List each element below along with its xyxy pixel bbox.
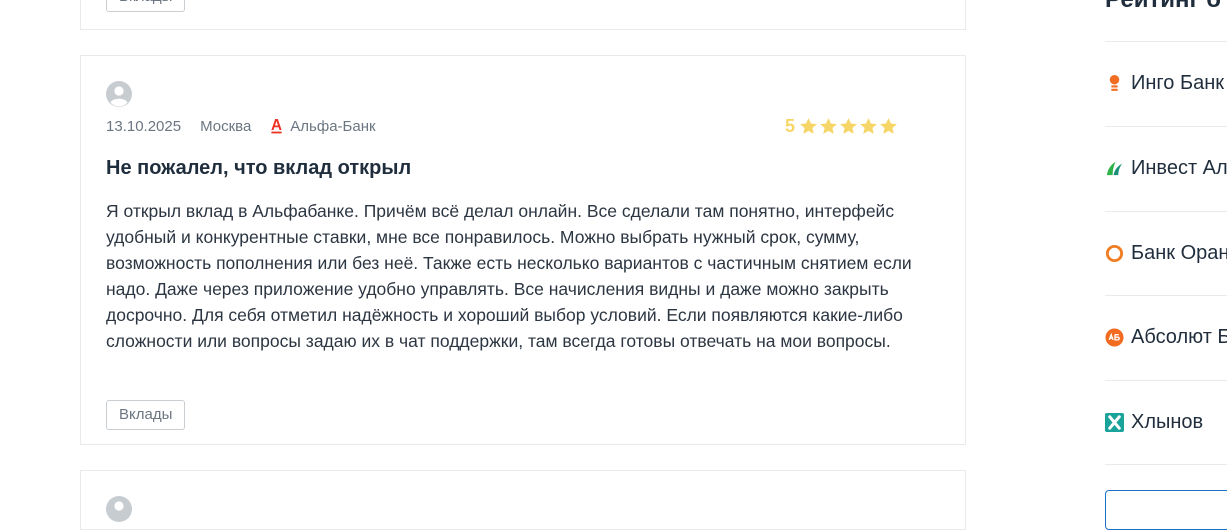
review-bank-name: Альфа-Банк xyxy=(290,117,376,135)
sidebar-item-label: Банк Оран xyxy=(1131,242,1227,264)
sidebar-item-invest-al[interactable]: Инвест Ал xyxy=(1105,126,1227,210)
avatar-icon xyxy=(106,496,132,522)
sidebar-item-label: Инвест Ал xyxy=(1131,157,1227,179)
review-text: Я открыл вклад в Альфабанке. Причём всё … xyxy=(106,201,912,351)
avatar-icon xyxy=(106,81,132,107)
star-icon xyxy=(840,117,857,134)
star-icon xyxy=(880,117,897,134)
ingo-bank-logo-icon xyxy=(1109,74,1120,91)
tag-button-deposits[interactable]: Вклады xyxy=(106,0,186,12)
sidebar-item-bank-oranzhevyi[interactable]: Банк Оран xyxy=(1105,211,1227,295)
star-icon xyxy=(800,117,817,134)
sidebar-more-button[interactable] xyxy=(1105,490,1227,530)
invest-al-logo-icon xyxy=(1106,161,1123,176)
review-card-next xyxy=(80,470,966,530)
review-card: 13.10.2025 Москва Альфа-Банк 5 Не пожале… xyxy=(80,55,966,445)
review-rating: 5 xyxy=(785,114,899,138)
bank-oranzhevyi-logo-icon xyxy=(1105,244,1124,263)
sidebar-heading: Рейтинг б xyxy=(1105,0,1221,14)
absolut-bank-logo-icon xyxy=(1105,328,1124,347)
review-bank-link[interactable]: Альфа-Банк xyxy=(271,117,376,135)
sidebar-item-ingo-bank[interactable]: Инго Банк xyxy=(1105,41,1227,125)
tag-button-deposits[interactable]: Вклады xyxy=(106,400,186,430)
sidebar-item-label: Инго Банк xyxy=(1131,72,1224,94)
khlynov-logo-icon xyxy=(1105,413,1124,432)
rating-value: 5 xyxy=(785,115,796,136)
star-icon xyxy=(820,117,837,134)
review-date: 13.10.2025 xyxy=(106,117,182,135)
sidebar-item-label: Абсолют Б xyxy=(1131,326,1227,348)
review-meta: 13.10.2025 Москва Альфа-Банк xyxy=(106,116,376,136)
review-card-previous: Вклады xyxy=(80,0,966,30)
sidebar-item-absolut-bank[interactable]: Абсолют Б xyxy=(1105,295,1227,379)
sidebar-item-label: Хлынов xyxy=(1131,411,1204,433)
star-icon xyxy=(860,117,877,134)
review-title: Не пожалел, что вклад открыл xyxy=(106,157,412,179)
review-city: Москва xyxy=(200,117,252,135)
alfa-bank-logo-icon xyxy=(271,119,282,134)
sidebar-item-khlynov[interactable]: Хлынов xyxy=(1105,380,1227,464)
